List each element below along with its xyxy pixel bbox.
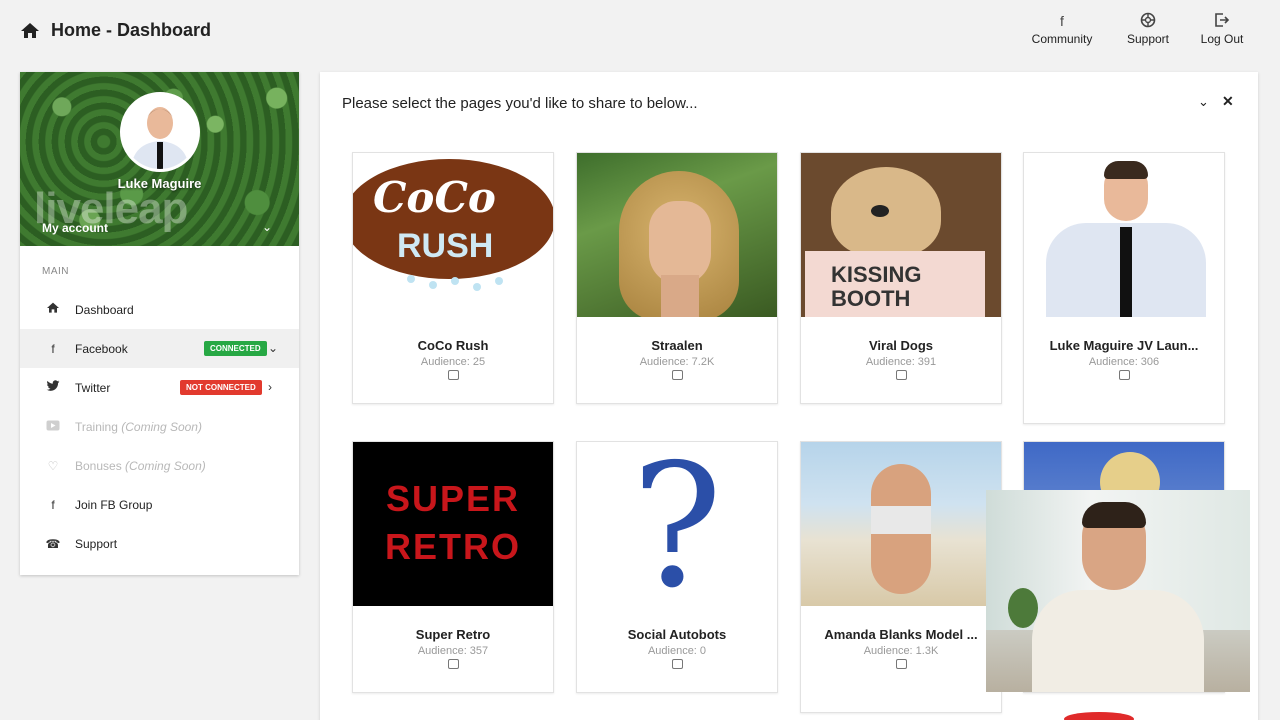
webcam-overlay	[986, 490, 1250, 692]
chevron-down-icon[interactable]: ⌄	[268, 341, 278, 355]
facebook-icon: f	[1060, 13, 1064, 29]
page-name: Amanda Blanks Model ...	[824, 627, 978, 642]
chevron-right-icon[interactable]: ›	[268, 380, 272, 394]
sidebar-item-label: Bonuses	[75, 458, 122, 473]
page-checkbox[interactable]	[671, 370, 683, 380]
page-name: Viral Dogs	[868, 338, 934, 353]
logout-icon	[1194, 12, 1250, 32]
avatar[interactable]	[120, 92, 200, 172]
page-card-super-retro[interactable]: SUPER RETRO Super Retro Audience: 357	[352, 441, 554, 693]
page-thumbnail: CoCo RUSH	[353, 153, 553, 317]
phone-icon: ☎	[45, 536, 61, 551]
page-thumbnail: KISSING BOOTH	[801, 153, 1001, 317]
facebook-icon: f	[51, 497, 55, 512]
page-audience: Audience: 391	[865, 356, 937, 368]
sidebar-item-label: Support	[75, 536, 118, 551]
sign-text: KISSING BOOTH	[831, 262, 922, 311]
page-checkbox[interactable]	[1118, 370, 1130, 380]
page-card-viral-dogs[interactable]: KISSING BOOTH Viral Dogs Audience: 391	[800, 152, 1002, 404]
community-label: Community	[1031, 32, 1093, 46]
page-thumbnail	[801, 442, 1001, 606]
page-name: CoCo Rush	[417, 338, 489, 353]
page-thumbnail: SUPER RETRO	[353, 442, 553, 606]
close-icon[interactable]: ✕	[1222, 93, 1234, 110]
page-name: Luke Maguire JV Laun...	[1049, 338, 1199, 353]
page-checkbox[interactable]	[447, 659, 459, 669]
profile-name: Luke Maguire	[117, 176, 202, 191]
sidebar-item-bonuses: ♡ Bonuses (Coming Soon)	[20, 446, 299, 485]
page-name: Straalen	[651, 338, 703, 353]
sidebar: liveleap Luke Maguire My account ⌄ MAIN …	[20, 72, 299, 575]
logout-label: Log Out	[1200, 32, 1244, 46]
sidebar-item-facebook[interactable]: f Facebook CONNECTED ⌄	[20, 329, 299, 368]
logo-text: RETRO	[385, 526, 521, 567]
page-audience: Audience: 357	[417, 645, 489, 657]
support-label: Support	[1126, 32, 1170, 46]
section-label: MAIN	[42, 266, 69, 277]
page-card-coco-rush[interactable]: CoCo RUSH CoCo Rush Audience: 25	[352, 152, 554, 404]
heart-icon: ♡	[47, 458, 59, 473]
coming-soon-label: (Coming Soon)	[125, 458, 206, 473]
sidebar-item-support[interactable]: ☎ Support	[20, 524, 299, 563]
sidebar-item-dashboard[interactable]: Dashboard	[20, 290, 299, 329]
support-link[interactable]: Support	[1120, 12, 1176, 46]
twitter-icon	[42, 380, 64, 395]
page-thumbnail	[1024, 153, 1224, 317]
page-audience: Audience: 1.3K	[863, 645, 939, 657]
page-card-amanda-blanks[interactable]: Amanda Blanks Model ... Audience: 1.3K	[800, 441, 1002, 713]
sidebar-item-twitter[interactable]: Twitter NOT CONNECTED ›	[20, 368, 299, 407]
page-thumbnail	[577, 153, 777, 317]
community-link[interactable]: f Community	[1024, 12, 1100, 46]
page-name: Social Autobots	[627, 627, 727, 642]
home-icon	[21, 23, 39, 38]
sidebar-item-label: Twitter	[75, 380, 111, 395]
page-audience: Audience: 306	[1088, 356, 1160, 368]
coming-soon-label: (Coming Soon)	[121, 419, 202, 434]
profile-card: liveleap Luke Maguire My account ⌄	[20, 72, 299, 246]
sidebar-item-label: Join FB Group	[75, 497, 153, 512]
lifebuoy-icon	[1120, 12, 1176, 32]
logo-text: SUPER	[385, 478, 521, 519]
page-checkbox[interactable]	[895, 370, 907, 380]
connected-badge: CONNECTED	[204, 341, 267, 356]
sidebar-item-label: Training	[75, 419, 118, 434]
question-mark-icon: ?	[631, 442, 723, 606]
page-checkbox[interactable]	[447, 370, 459, 380]
logout-link[interactable]: Log Out	[1194, 12, 1250, 46]
facebook-icon: f	[51, 341, 55, 356]
page-title: Home - Dashboard	[51, 20, 212, 40]
sidebar-item-training: Training (Coming Soon)	[20, 407, 299, 446]
chevron-down-icon[interactable]: ⌄	[262, 220, 272, 234]
panel-prompt: Please select the pages you'd like to sh…	[342, 95, 698, 112]
page-audience: Audience: 0	[647, 645, 707, 657]
page-audience: Audience: 7.2K	[639, 356, 715, 368]
video-icon	[42, 420, 64, 434]
sidebar-item-label: Facebook	[75, 341, 128, 356]
my-account-link[interactable]: My account	[42, 221, 108, 235]
page-card-luke-maguire-jv[interactable]: Luke Maguire JV Laun... Audience: 306	[1023, 152, 1225, 424]
sidebar-item-label: Dashboard	[75, 302, 134, 317]
page-card-straalen[interactable]: Straalen Audience: 7.2K	[576, 152, 778, 404]
page-card-social-autobots[interactable]: ? Social Autobots Audience: 0	[576, 441, 778, 693]
page-name: Super Retro	[415, 627, 491, 642]
page-audience: Audience: 25	[420, 356, 486, 368]
sidebar-menu: Dashboard f Facebook CONNECTED ⌄ Twitter…	[20, 290, 299, 563]
chevron-down-icon[interactable]: ⌄	[1198, 94, 1209, 110]
top-bar: Home - Dashboard f Community Support Log…	[0, 0, 1280, 62]
partial-thumbnail	[1064, 712, 1134, 720]
home-icon	[42, 302, 64, 317]
page-checkbox[interactable]	[671, 659, 683, 669]
not-connected-badge: NOT CONNECTED	[180, 380, 262, 395]
page-thumbnail: ?	[577, 442, 777, 606]
page-checkbox[interactable]	[895, 659, 907, 669]
sidebar-item-join-fb-group[interactable]: f Join FB Group	[20, 485, 299, 524]
